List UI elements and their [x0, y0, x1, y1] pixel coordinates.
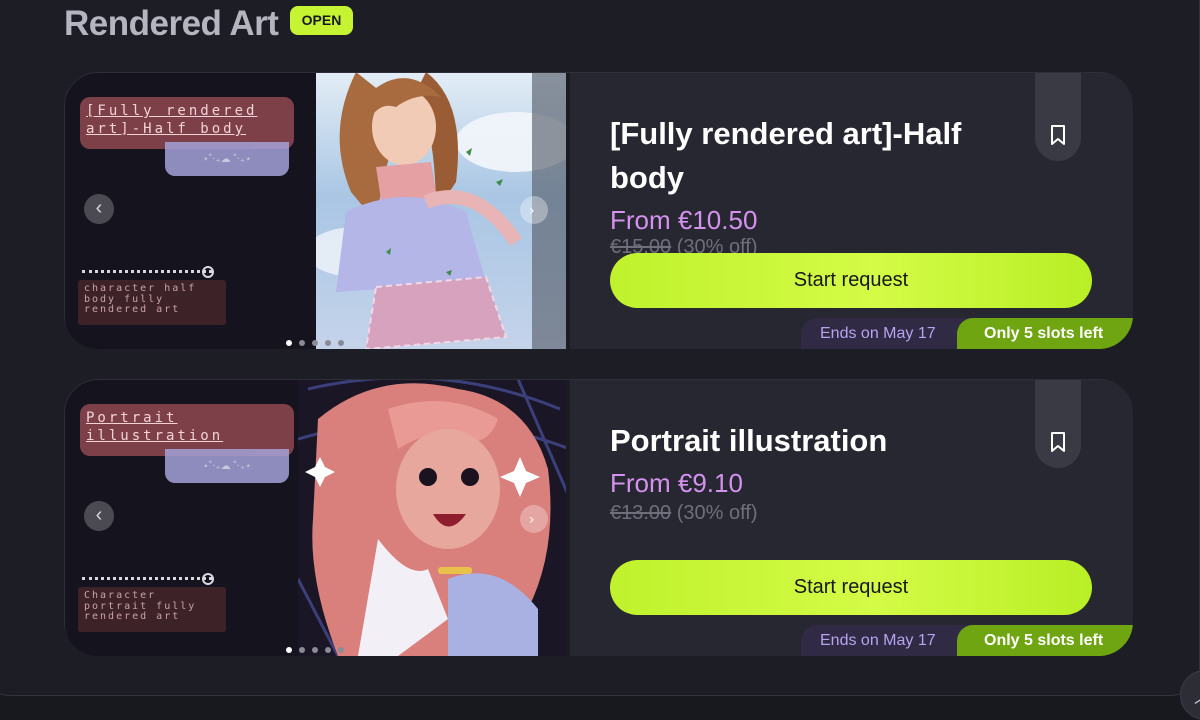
old-price-value: €13.00 [610, 502, 672, 524]
offer-price: From €10.50 [610, 205, 758, 235]
chevron-left-icon[interactable]: ‹ [84, 501, 114, 531]
artwork-image: › [316, 72, 570, 349]
carousel-dot[interactable] [299, 340, 305, 346]
bookmark-icon [1051, 125, 1065, 145]
carousel-dots [286, 647, 344, 653]
offer-carousel[interactable]: Portrait illustration ⋆˚‧₊☁︎ ˚‧₊⋆ ‹ Char… [64, 379, 570, 656]
offer-card: Portrait illustration ⋆˚‧₊☁︎ ˚‧₊⋆ ‹ Char… [64, 379, 1133, 656]
carousel-dot[interactable] [325, 647, 331, 653]
thumbnail-slider-knob [202, 266, 214, 278]
carousel-dot[interactable] [299, 647, 305, 653]
discount-label: (30% off) [676, 236, 758, 253]
artwork-image: › [298, 379, 570, 656]
divider [566, 379, 570, 656]
carousel-dot[interactable] [338, 647, 344, 653]
carousel-dot[interactable] [286, 647, 292, 653]
carousel-dot[interactable] [312, 340, 318, 346]
bookmark-button[interactable] [1035, 379, 1081, 468]
divider [566, 72, 570, 349]
thumbnail-slider-knob [202, 573, 214, 585]
thumbnail-description: character half body fully rendered art [78, 280, 226, 325]
slots-badge: Only 5 slots left [957, 625, 1133, 656]
ends-badge: Ends on May 17 [801, 318, 971, 349]
svg-text:›: › [529, 203, 535, 219]
status-badge: OPEN [290, 6, 353, 35]
chevron-left-icon[interactable]: ‹ [84, 194, 114, 224]
offer-old-price: €13.00 (30% off) [610, 502, 758, 525]
offer-card: [Fully rendered art]-Half body ⋆˚‧₊☁︎ ˚‧… [64, 72, 1133, 349]
discount-label: (30% off) [676, 502, 758, 524]
offer-title: [Fully rendered art]-Half body [610, 116, 962, 195]
svg-text:›: › [529, 512, 535, 528]
offer-old-price: €15.00 (30% off) [610, 236, 758, 253]
offer-title: Portrait illustration [610, 423, 888, 458]
offer-carousel[interactable]: [Fully rendered art]-Half body ⋆˚‧₊☁︎ ˚‧… [64, 72, 570, 349]
thumbnail-slider-track [82, 577, 212, 580]
chevron-up-icon: ︿ [1194, 683, 1200, 709]
offer-price: From €9.10 [610, 468, 743, 498]
carousel-dot[interactable] [312, 647, 318, 653]
old-price-value: €15.00 [610, 236, 672, 253]
bookmark-icon [1051, 432, 1065, 452]
start-request-button[interactable]: Start request [610, 560, 1092, 615]
thumbnail-slider-track [82, 270, 212, 273]
section-title: Rendered Art [64, 4, 279, 43]
carousel-dot[interactable] [338, 340, 344, 346]
bookmark-button[interactable] [1035, 72, 1081, 161]
carousel-dot[interactable] [286, 340, 292, 346]
thumbnail-decoration: ⋆˚‧₊☁︎ ˚‧₊⋆ [165, 142, 289, 176]
thumbnail-description: Character portrait fully rendered art [78, 587, 226, 632]
carousel-dots [286, 340, 344, 346]
ends-badge: Ends on May 17 [801, 625, 971, 656]
slots-badge: Only 5 slots left [957, 318, 1133, 349]
thumbnail-decoration: ⋆˚‧₊☁︎ ˚‧₊⋆ [165, 449, 289, 483]
start-request-button[interactable]: Start request [610, 253, 1092, 308]
carousel-dot[interactable] [325, 340, 331, 346]
